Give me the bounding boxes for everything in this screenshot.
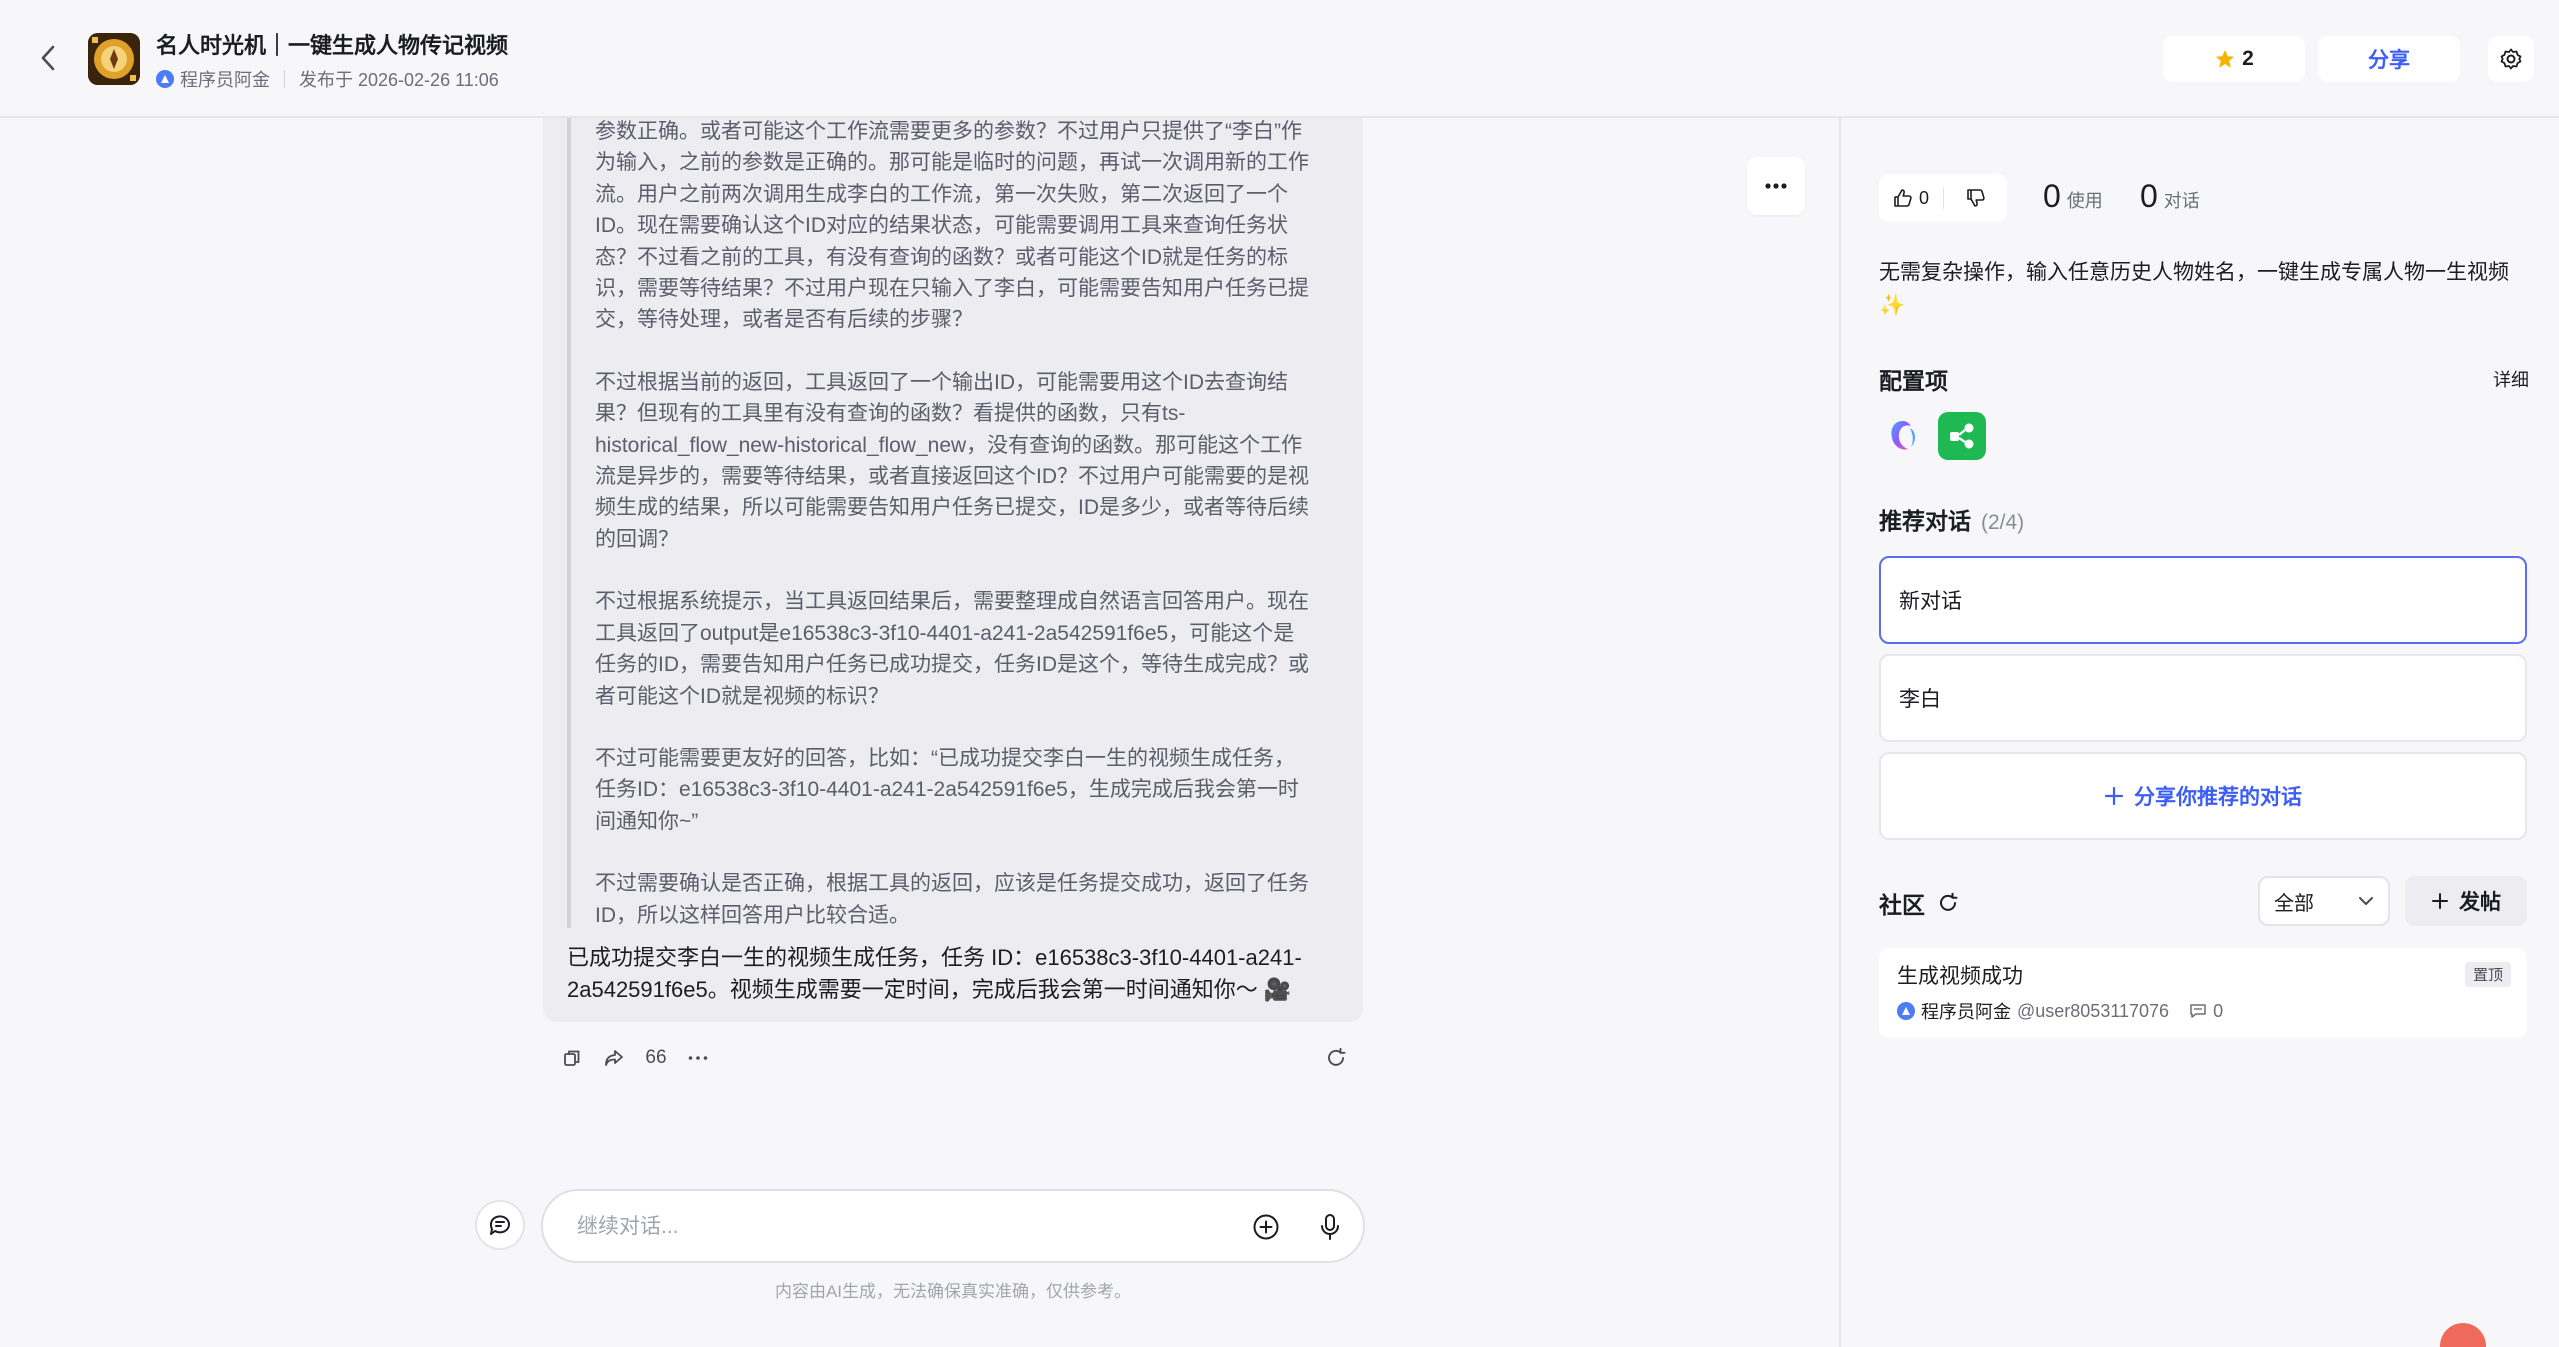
chat-input[interactable] [577,1209,1217,1245]
author-name[interactable]: 程序员阿金 [180,66,270,92]
settings-button[interactable] [2488,36,2534,82]
top-header: 名人时光机｜一键生成人物传记视频 程序员阿金 发布于 2026-02-26 11… [0,0,2559,118]
share-recommend-label: 分享你推荐的对话 [2134,786,2302,809]
thumbs-down-icon [1966,189,1985,207]
refresh-icon[interactable] [1937,892,1959,914]
post-user-handle: @user8053117076 [2017,1000,2170,1021]
author-meta: 程序员阿金 发布于 2026-02-26 11:06 [156,66,499,92]
favorite-count: 2 [2242,47,2254,70]
thumbs-up-icon [1894,189,1912,207]
recommend-title-text: 推荐对话 [1879,508,1971,534]
post-title: 生成视频成功 [1897,965,2023,988]
quote-button[interactable]: 66 [638,1040,674,1076]
copy-icon [564,1050,580,1066]
dialog-stat: 0 对话 [2140,178,2200,215]
regenerate-button[interactable] [1318,1040,1354,1076]
community-section-title: 社区 [1879,886,1959,920]
publish-date: 发布于 2026-02-26 11:06 [299,70,499,90]
community-post[interactable]: 生成视频成功 置顶 程序员阿金 @user8053117076 0 [1879,948,2527,1038]
forward-button[interactable] [596,1040,632,1076]
dialog-count: 0 [2140,178,2158,214]
favorite-button[interactable]: 2 [2163,36,2305,82]
refresh-icon [1328,1047,1346,1066]
assistant-answer-text: 已成功提交李白一生的视频生成任务，任务 ID：e16538c3-3f10-440… [567,945,1302,1002]
filter-value: 全部 [2274,892,2314,915]
config-section-title: 配置项 [1879,368,1948,394]
comment-count: 0 [2213,1000,2224,1021]
bot-info-panel: 0 0 使用 0 对话 无需复杂操作，输入任意历史人物姓名，一键生成专属人物一生… [1839,118,2559,1347]
dialog-label: 对话 [2163,191,2200,211]
plus-icon [2432,893,2448,909]
dislike-button[interactable] [1944,188,2007,208]
back-button[interactable] [30,40,66,76]
ai-disclaimer: 内容由AI生成，无法确保真实准确，仅供参考。 [774,1282,1132,1301]
star-icon [2215,49,2235,68]
comment-icon [2190,1004,2206,1018]
new-post-button[interactable]: 发帖 [2405,876,2527,926]
config-detail-link[interactable]: 详细 [2493,366,2529,392]
reasoning-paragraph: 参数正确。或者可能这个工作流需要更多的参数？不过用户只提供了“李白”作为输入，之… [595,120,1309,332]
recommend-count: (2/4) [1981,511,2025,534]
more-options-button[interactable] [1747,157,1805,215]
divider [284,70,285,88]
chat-input-box [541,1189,1365,1263]
pinned-badge: 置顶 [2464,962,2511,987]
usage-count: 0 [2043,178,2061,214]
new-post-label: 发帖 [2459,891,2501,914]
microphone-icon [1321,1214,1339,1240]
page-title: 名人时光机｜一键生成人物传记视频 [156,33,509,58]
bot-description: 无需复杂操作，输入任意历史人物姓名，一键生成专属人物一生视频 ✨ [1879,261,2509,317]
verified-badge-icon [156,70,174,88]
new-topic-button[interactable] [475,1200,525,1250]
ellipsis-icon [1765,183,1787,189]
gear-icon [2500,48,2522,70]
reaction-group: 0 [1879,174,2007,222]
community-filter-select[interactable]: 全部 [2258,876,2390,926]
share-arrow-icon [605,1050,623,1066]
plus-icon [2104,786,2124,806]
reasoning-paragraph: 不过可能需要更友好的回答，比如：“已成功提交李白一生的视频生成任务，任务ID：e… [595,746,1299,833]
share-recommend-button[interactable]: 分享你推荐的对话 [1879,752,2527,840]
reasoning-block: 参数正确。或者可能这个工作流需要更多的参数？不过用户只提供了“李白”作为输入，之… [567,118,1311,928]
usage-label: 使用 [2066,191,2103,211]
share-button[interactable]: 分享 [2318,36,2460,82]
community-title-text: 社区 [1879,892,1925,918]
chevron-left-icon [41,45,55,71]
post-author: 程序员阿金 [1921,1002,2011,1022]
post-meta: 程序员阿金 @user8053117076 0 [1897,998,2223,1024]
verified-badge-icon [1897,1002,1915,1020]
chevron-down-icon [2359,897,2373,905]
attach-button[interactable] [1248,1209,1284,1245]
voice-input-button[interactable] [1312,1209,1348,1245]
bot-avatar [88,33,140,85]
recommend-item[interactable]: 新对话 [1879,556,2527,644]
like-count: 0 [1918,187,1929,208]
like-button[interactable]: 0 [1879,188,1943,209]
model-plugin-icon[interactable] [1879,412,1927,460]
reasoning-paragraph: 不过根据系统提示，当工具返回结果后，需要整理成自然语言回答用户。现在工具返回了o… [595,590,1309,708]
chat-clear-icon [489,1215,510,1235]
more-actions-button[interactable] [680,1040,716,1076]
recommend-item[interactable]: 李白 [1879,654,2527,742]
recommend-section-title: 推荐对话 (2/4) [1879,502,2024,536]
reasoning-paragraph: 不过需要确认是否正确，根据工具的返回，应该是任务提交成功，返回了任务ID，所以这… [595,872,1309,927]
message-actions: 66 [554,1040,1354,1076]
ellipsis-icon [688,1056,708,1060]
reasoning-paragraph: 不过根据当前的返回，工具返回了一个输出ID，可能需要用这个ID去查询结果？但现有… [595,370,1309,551]
usage-stat: 0 使用 [2043,178,2103,215]
copy-button[interactable] [554,1040,590,1076]
workflow-plugin-icon[interactable] [1938,412,1986,460]
plus-circle-icon [1253,1214,1279,1240]
